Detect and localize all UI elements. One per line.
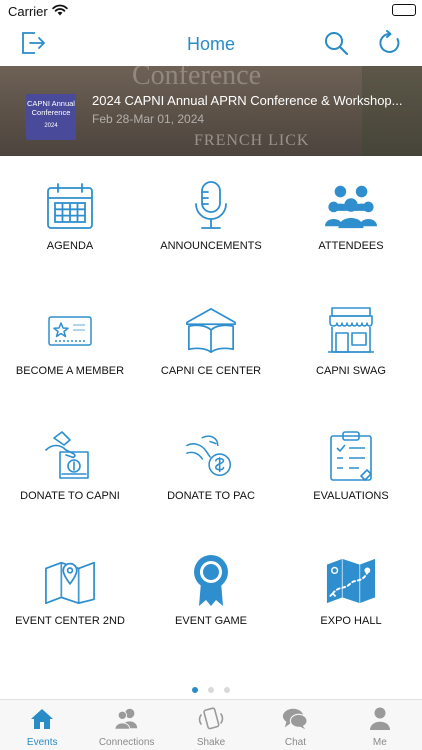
connections-icon [114,706,140,732]
page-indicator[interactable] [0,680,422,693]
banner-background-sign: Conference [132,66,262,91]
status-bar: Carrier [0,0,422,24]
tile-label: DONATE TO CAPNI [20,490,120,502]
tile-label: EVENT CENTER 2ND [15,615,125,627]
tab-me[interactable]: Me [338,700,422,750]
page-dot[interactable] [208,687,214,693]
tile-label: BECOME A MEMBER [15,365,125,377]
tab-label: Connections [98,737,155,748]
tile-announcements[interactable]: ANNOUNCEMENTS [141,156,281,281]
tile-label: EVENT GAME [175,615,247,627]
tab-label: Chat [284,737,306,748]
donate-box-icon [44,430,96,482]
navigation-bar: Home [0,24,422,66]
page-dot[interactable] [224,687,230,693]
tile-capni-swag[interactable]: CAPNI SWAG [281,281,421,406]
tile-label: CAPNI SWAG [316,365,386,377]
search-icon [323,30,349,61]
banner-background-building-sign: FRENCH LICK [194,132,310,149]
shake-phone-icon [198,706,224,732]
home-icon [29,706,55,732]
tile-label: EVALUATIONS [313,490,389,502]
clipboard-icon [325,430,377,482]
event-logo: CAPNI Annual Conference 2024 [26,94,76,140]
tab-label: Me [372,737,387,748]
chat-icon [282,706,309,732]
microphone-icon [185,180,237,232]
person-icon [367,706,393,732]
event-date: Feb 28-Mar 01, 2024 [92,112,205,126]
wifi-icon [52,3,68,21]
tab-connections[interactable]: Connections [84,700,168,750]
tile-donate-to-capni[interactable]: DONATE TO CAPNI [0,406,140,531]
tile-evaluations[interactable]: EVALUATIONS [281,406,421,531]
carrier-label: Carrier [8,4,48,19]
tab-shake[interactable]: Shake [169,700,253,750]
tab-bar: Events Connections Shake Chat Me [0,699,422,750]
tile-donate-to-pac[interactable]: DONATE TO PAC [141,406,281,531]
tab-label: Shake [196,737,226,748]
tile-agenda[interactable]: AGENDA [0,156,140,281]
feature-grid: AGENDA ANNOUNCEMENTS ATTENDEES BECOME A … [0,156,422,676]
tile-label: DONATE TO PAC [167,490,255,502]
refresh-button[interactable] [374,29,406,61]
tile-label: ATTENDEES [318,240,384,252]
tile-label: CAPNI CE CENTER [160,365,262,377]
donate-coin-icon [185,430,237,482]
refresh-icon [377,29,403,61]
tile-become-a-member[interactable]: BECOME A MEMBER [0,281,140,406]
map-pin-icon [44,555,96,607]
tile-event-center-2nd[interactable]: EVENT CENTER 2ND [0,531,140,656]
banner-background-foliage [362,66,422,156]
tab-chat[interactable]: Chat [253,700,337,750]
event-title: 2024 CAPNI Annual APRN Conference & Work… [92,93,403,108]
tile-event-game[interactable]: EVENT GAME [141,531,281,656]
expo-map-icon [325,555,377,607]
page-dot[interactable] [192,687,198,693]
calendar-icon [44,180,96,232]
open-book-icon [185,305,237,357]
member-card-icon [44,305,96,357]
tile-label: EXPO HALL [320,615,382,627]
tab-label: Events [26,737,58,748]
page-title: Home [186,34,235,54]
search-button[interactable] [320,29,352,61]
tile-capni-ce-center[interactable]: CAPNI CE CENTER [141,281,281,406]
award-ribbon-icon [185,555,237,607]
tab-events[interactable]: Events [0,700,84,750]
tile-attendees[interactable]: ATTENDEES [281,156,421,281]
event-logo-year: 2024 [44,123,58,129]
event-banner[interactable]: Conference FRENCH LICK CAPNI Annual Conf… [0,66,422,156]
event-logo-name: CAPNI Annual Conference [27,99,75,117]
store-icon [325,305,377,357]
battery-icon [392,4,416,16]
tile-label: ANNOUNCEMENTS [160,240,262,252]
tile-expo-hall[interactable]: EXPO HALL [281,531,421,656]
people-icon [325,180,377,232]
tile-label: AGENDA [46,240,94,252]
